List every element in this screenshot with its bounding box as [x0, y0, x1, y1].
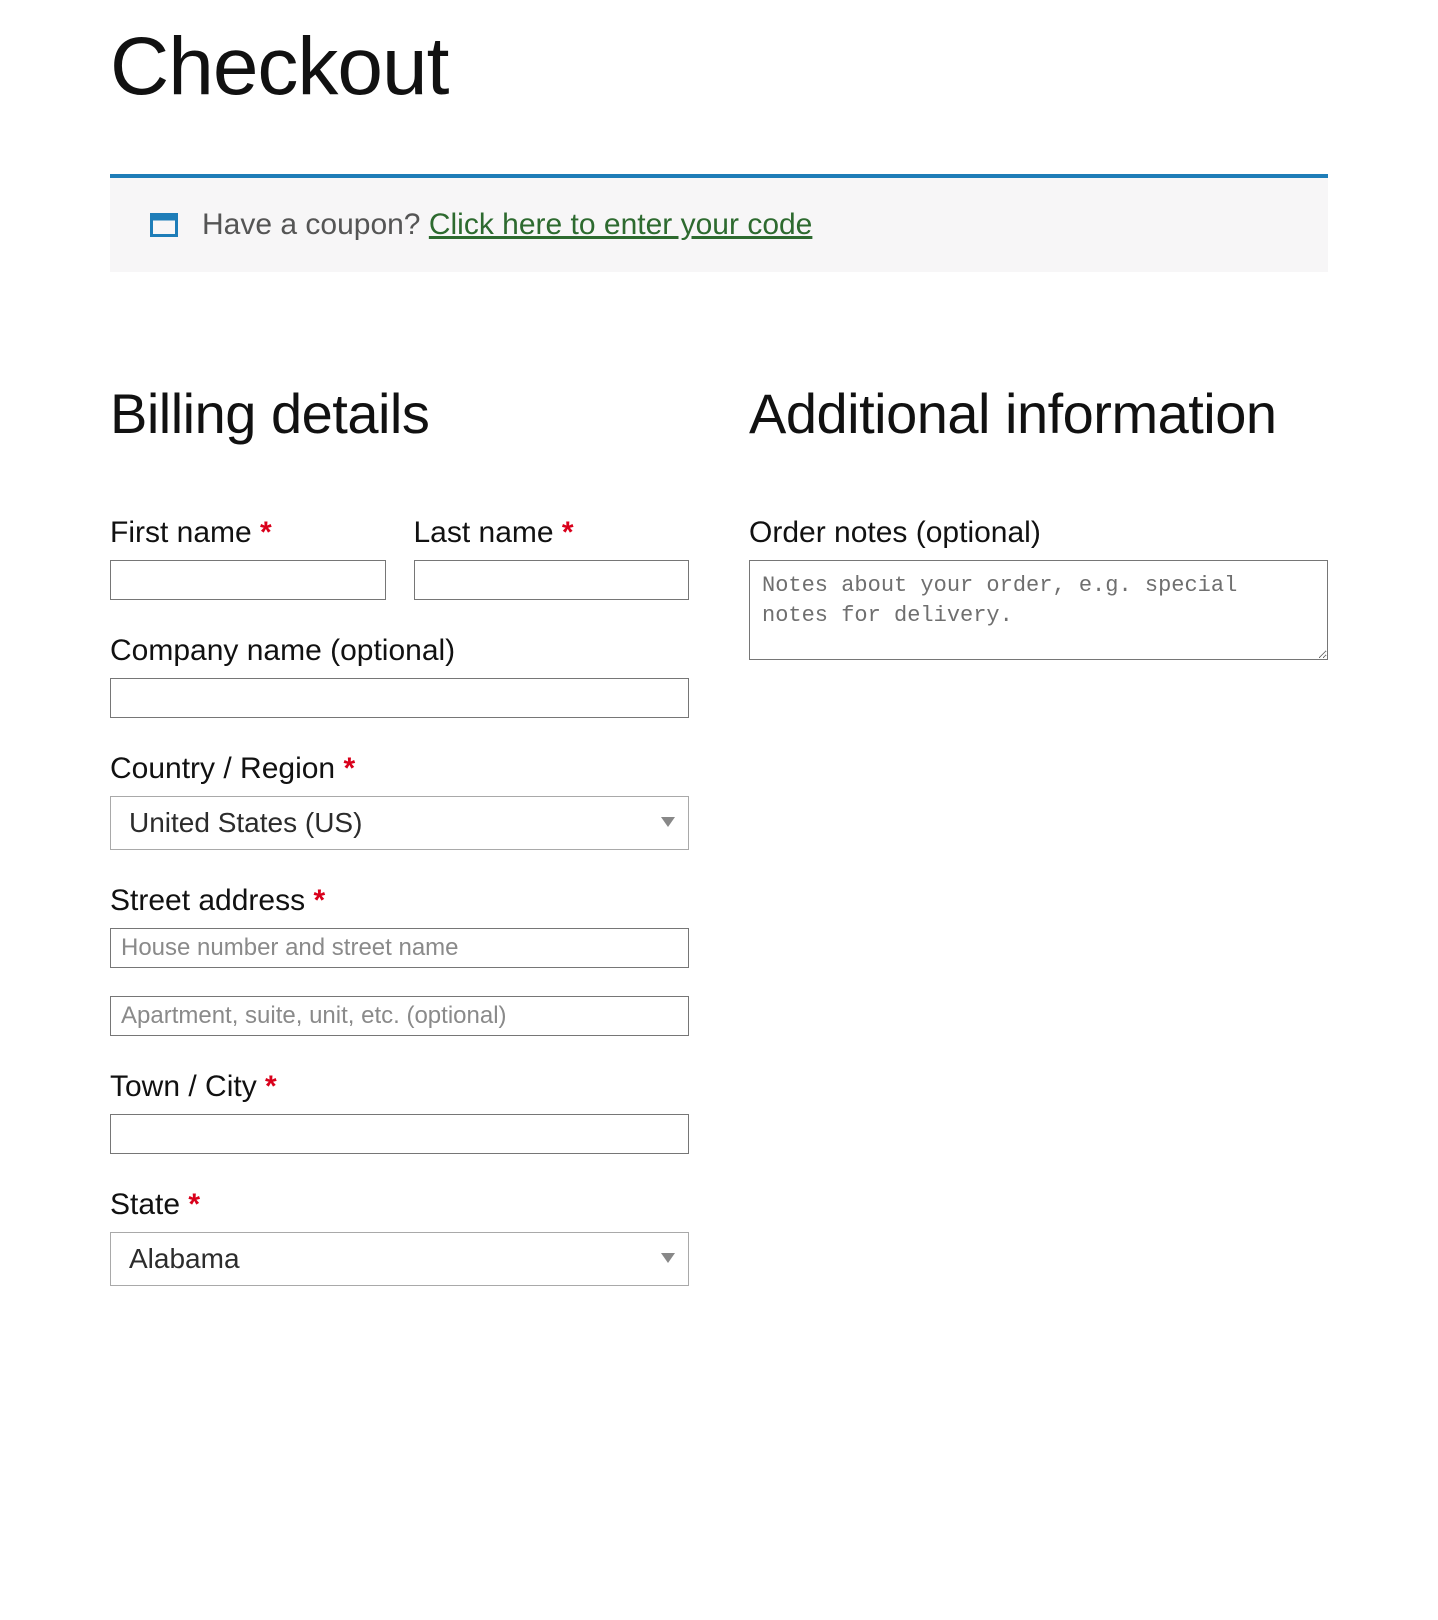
- country-select[interactable]: United States (US): [110, 796, 689, 850]
- street-label-text: Street address: [110, 884, 313, 917]
- coupon-prompt: Have a coupon?: [202, 208, 429, 241]
- additional-section: Additional information Order notes (opti…: [749, 382, 1328, 699]
- city-field: Town / City *: [110, 1070, 689, 1154]
- name-row: First name * Last name *: [110, 516, 689, 600]
- state-field: State * Alabama: [110, 1188, 689, 1286]
- calendar-icon: [150, 213, 178, 237]
- coupon-link[interactable]: Click here to enter your code: [429, 208, 813, 241]
- order-notes-textarea[interactable]: [749, 560, 1328, 660]
- required-mark: *: [260, 516, 272, 549]
- required-mark: *: [562, 516, 574, 549]
- country-field: Country / Region * United States (US): [110, 752, 689, 850]
- checkout-page: Checkout Have a coupon? Click here to en…: [0, 20, 1438, 1620]
- city-label: Town / City *: [110, 1070, 689, 1104]
- state-label: State *: [110, 1188, 689, 1222]
- order-notes-field: Order notes (optional): [749, 516, 1328, 665]
- coupon-banner: Have a coupon? Click here to enter your …: [110, 174, 1328, 272]
- page-title: Checkout: [110, 20, 1328, 114]
- city-input[interactable]: [110, 1114, 689, 1154]
- country-label: Country / Region *: [110, 752, 689, 786]
- required-mark: *: [188, 1188, 200, 1221]
- billing-section: Billing details First name * Last name *: [110, 382, 689, 1320]
- street-label: Street address *: [110, 884, 689, 918]
- company-field: Company name (optional): [110, 634, 689, 718]
- company-input[interactable]: [110, 678, 689, 718]
- country-label-text: Country / Region: [110, 752, 343, 785]
- state-label-text: State: [110, 1188, 188, 1221]
- country-select-wrap: United States (US): [110, 796, 689, 850]
- required-mark: *: [343, 752, 355, 785]
- last-name-field: Last name *: [414, 516, 690, 600]
- last-name-input[interactable]: [414, 560, 690, 600]
- state-select[interactable]: Alabama: [110, 1232, 689, 1286]
- street-line1-input[interactable]: [110, 928, 689, 968]
- additional-heading: Additional information: [749, 382, 1328, 446]
- first-name-label: First name *: [110, 516, 386, 550]
- first-name-label-text: First name: [110, 516, 260, 549]
- checkout-columns: Billing details First name * Last name *: [110, 382, 1328, 1320]
- required-mark: *: [265, 1070, 277, 1103]
- required-mark: *: [313, 884, 325, 917]
- first-name-field: First name *: [110, 516, 386, 600]
- last-name-label-text: Last name: [414, 516, 562, 549]
- company-label: Company name (optional): [110, 634, 689, 668]
- coupon-text: Have a coupon? Click here to enter your …: [202, 208, 812, 242]
- last-name-label: Last name *: [414, 516, 690, 550]
- first-name-input[interactable]: [110, 560, 386, 600]
- billing-heading: Billing details: [110, 382, 689, 446]
- street-field: Street address *: [110, 884, 689, 1036]
- street-line2-input[interactable]: [110, 996, 689, 1036]
- state-select-wrap: Alabama: [110, 1232, 689, 1286]
- order-notes-label: Order notes (optional): [749, 516, 1328, 550]
- city-label-text: Town / City: [110, 1070, 265, 1103]
